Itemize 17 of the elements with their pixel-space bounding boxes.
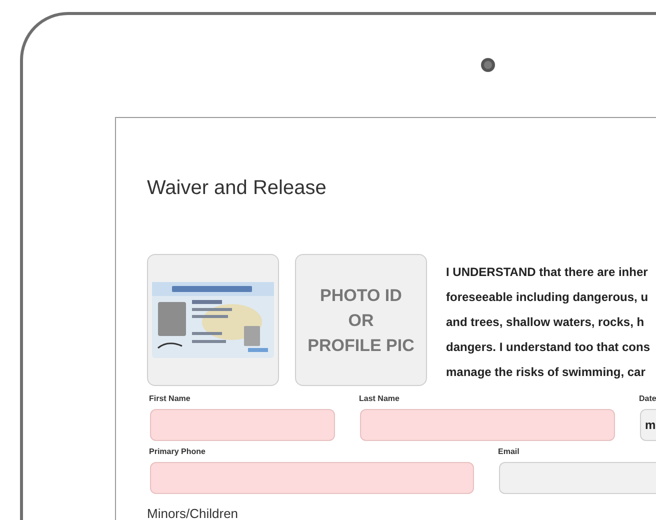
input-field[interactable]: [150, 462, 474, 494]
input-field[interactable]: m: [640, 409, 656, 441]
field-label: Email: [497, 447, 520, 457]
page-title: Waiver and Release: [147, 176, 328, 200]
field-label: Last Name: [358, 394, 400, 404]
input-field[interactable]: [499, 462, 656, 494]
section-heading: Minors/Children: [147, 506, 240, 520]
field-label: Primary Phone: [148, 447, 206, 457]
input-field[interactable]: [150, 409, 335, 441]
agreement-paragraph: I UNDERSTAND that there are inher foreseeable including dangerous, u and trees, shallow waters, rocks, h dangers. I understand too that cons manage the risks of swimming, car: [446, 264, 650, 381]
field-label: Date: [638, 394, 656, 404]
camera-icon: [481, 58, 495, 72]
input-field[interactable]: [360, 409, 615, 441]
field-label: First Name: [148, 394, 192, 404]
placeholder-text: PHOTO ID OR PROFILE PIC: [308, 284, 414, 356]
photo-placeholder[interactable]: PHOTO ID OR PROFILE PIC: [295, 254, 427, 386]
id-card-slot[interactable]: [147, 254, 279, 386]
